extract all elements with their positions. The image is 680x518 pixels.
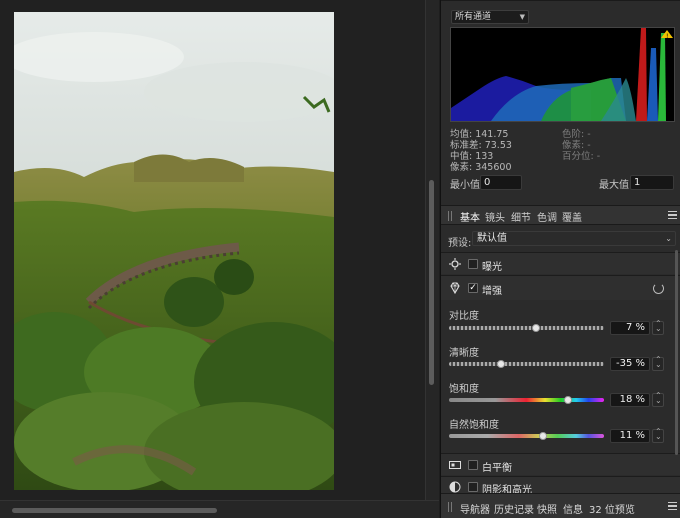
- contrast-slider[interactable]: [449, 326, 604, 330]
- vibrance-stepper[interactable]: [652, 427, 664, 443]
- channel-dropdown-value: 所有通道: [455, 12, 492, 22]
- panel-scrollbar[interactable]: [675, 250, 678, 455]
- tab-basic[interactable]: 基本: [460, 209, 480, 224]
- bottom-tab-bar: 导航器 历史记录 快照 信息 32 位预览: [441, 493, 680, 518]
- clarity-slider[interactable]: [449, 362, 604, 366]
- vibrance-slider[interactable]: [449, 434, 604, 438]
- white-balance-section: 白平衡: [441, 453, 680, 475]
- contrast-value[interactable]: 7 %: [610, 321, 650, 335]
- chevron-down-icon: ⌄: [665, 234, 672, 243]
- shadows-highlights-checkbox[interactable]: [468, 482, 478, 492]
- menu-icon[interactable]: [668, 502, 677, 510]
- tab-details[interactable]: 细节: [511, 209, 531, 224]
- chevron-down-icon: ▼: [519, 13, 525, 21]
- photo-glenfinnan-viaduct[interactable]: [14, 12, 334, 490]
- enhance-section: ✓ 增强: [441, 275, 680, 300]
- exposure-section: 曝光: [441, 252, 680, 274]
- saturation-value[interactable]: 18 %: [610, 393, 650, 407]
- saturation-label: 饱和度: [449, 384, 479, 395]
- histogram: !: [450, 27, 675, 122]
- max-label: 最大值:: [599, 180, 633, 191]
- clarity-stepper[interactable]: [652, 355, 664, 371]
- tab-snapshots[interactable]: 快照: [537, 501, 557, 516]
- saturation-slider-knob[interactable]: [564, 396, 572, 404]
- panel-grip-icon[interactable]: [447, 211, 453, 221]
- panel-top-divider: [441, 0, 680, 1]
- app-window: 所有通道 ▼ ! 均值: 141.75 标准差: 73.53 中值: 133 像…: [0, 0, 680, 518]
- shadows-highlights-section: 阴影和高光: [441, 476, 680, 493]
- vibrance-label: 自然饱和度: [449, 420, 499, 431]
- panel-grip-icon[interactable]: [447, 502, 453, 512]
- enhance-checkbox[interactable]: ✓: [468, 283, 478, 293]
- clarity-label: 清晰度: [449, 348, 479, 359]
- channel-dropdown[interactable]: 所有通道 ▼: [451, 10, 529, 24]
- tab-32bit-preview[interactable]: 32 位预览: [589, 501, 635, 516]
- shadow-icon: [449, 481, 461, 493]
- vibrance-value[interactable]: 11 %: [610, 429, 650, 443]
- contrast-slider-knob[interactable]: [532, 324, 540, 332]
- preset-dropdown[interactable]: 默认值 ⌄: [472, 231, 676, 246]
- develop-tab-bar: 基本 镜头 细节 色调 覆盖: [441, 205, 680, 225]
- stat-percentile: 百分位: -: [562, 151, 601, 162]
- contrast-label: 对比度: [449, 311, 479, 322]
- vibrance-slider-knob[interactable]: [539, 432, 547, 440]
- preset-value: 默认值: [477, 233, 507, 244]
- tab-overlays[interactable]: 覆盖: [562, 209, 582, 224]
- min-value-field[interactable]: 0: [480, 175, 522, 190]
- tab-info[interactable]: 信息: [563, 501, 583, 516]
- tab-tones[interactable]: 色调: [537, 209, 557, 224]
- max-value-field[interactable]: 1: [630, 175, 674, 190]
- stat-pixels: 像素: 345600: [450, 162, 512, 173]
- enhance-label: 增强: [482, 286, 502, 297]
- reset-icon[interactable]: [653, 283, 664, 294]
- tab-history[interactable]: 历史记录: [494, 501, 534, 516]
- sun-icon: [449, 258, 461, 270]
- white-balance-checkbox[interactable]: [468, 460, 478, 470]
- white-balance-label: 白平衡: [482, 463, 512, 474]
- tab-navigator[interactable]: 导航器: [460, 501, 490, 516]
- white-balance-icon: [449, 461, 461, 469]
- tab-lens[interactable]: 镜头: [485, 209, 505, 224]
- clarity-slider-knob[interactable]: [497, 360, 505, 368]
- exposure-checkbox[interactable]: [468, 259, 478, 269]
- contrast-stepper[interactable]: [652, 319, 664, 335]
- shadows-highlights-label: 阴影和高光: [482, 485, 532, 493]
- exposure-label: 曝光: [482, 262, 502, 273]
- svg-text:!: !: [666, 33, 668, 40]
- saturation-stepper[interactable]: [652, 391, 664, 407]
- canvas-vertical-scroll-thumb[interactable]: [429, 180, 434, 385]
- min-label: 最小值:: [450, 180, 484, 191]
- canvas-area[interactable]: [0, 0, 425, 500]
- preset-label: 预设:: [448, 238, 472, 249]
- clarity-value[interactable]: -35 %: [610, 357, 650, 371]
- menu-icon[interactable]: [668, 211, 677, 219]
- diamond-icon: [450, 282, 460, 294]
- canvas-horizontal-scroll-thumb[interactable]: [12, 508, 217, 513]
- saturation-slider[interactable]: [449, 398, 604, 402]
